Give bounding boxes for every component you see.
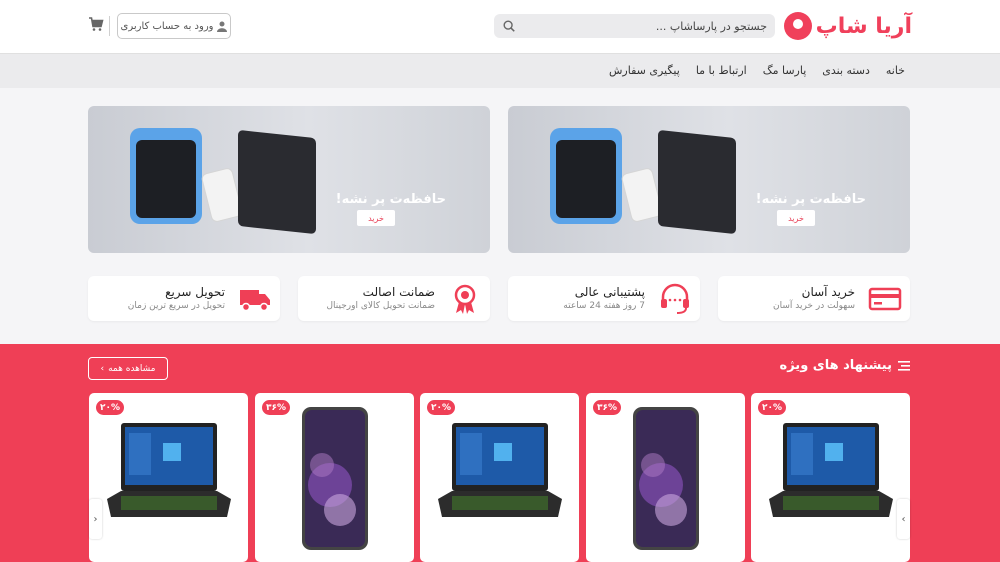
phone-image xyxy=(302,407,368,550)
carousel-next-button[interactable]: › xyxy=(897,499,910,539)
header-divider xyxy=(109,16,110,36)
feature-subtitle: سهولت در خرید آسان xyxy=(772,301,855,311)
hdd-grid-image xyxy=(556,140,616,218)
product-card[interactable]: ۳۶% xyxy=(586,393,745,562)
discount-badge: ۲۰% xyxy=(758,400,786,415)
feature-title: پشتیبانی عالی xyxy=(574,285,645,299)
nav-item-contact[interactable]: ارتباط با ما xyxy=(696,64,747,77)
feature-support: پشتیبانی عالی 7 روز هفته 24 ساعته xyxy=(508,276,700,321)
truck-icon xyxy=(240,290,270,312)
carousel-prev-button[interactable]: ‹ xyxy=(89,499,102,539)
product-card[interactable]: ۲۰% xyxy=(89,393,248,562)
search-box xyxy=(494,14,775,38)
card-icon xyxy=(868,287,902,311)
promo-banner-left[interactable]: حافظه‌ت پر نشه! خرید xyxy=(88,106,490,253)
hdd-grid-image xyxy=(136,140,196,218)
banner-title: حافظه‌ت پر نشه! xyxy=(755,192,866,207)
product-card[interactable]: ۲۰% xyxy=(751,393,910,562)
discount-badge: ۲۰% xyxy=(96,400,124,415)
feature-subtitle: ضمانت تحویل کالای اورجینال xyxy=(326,301,435,311)
list-icon xyxy=(898,360,910,371)
banner-buy-button[interactable]: خرید xyxy=(357,210,395,226)
offers-heading: پیشنهاد های ویژه xyxy=(780,358,910,373)
special-offers-section: پیشنهاد های ویژه مشاهده همه › ۲۰% ۳۶% ۲۰… xyxy=(0,344,1000,562)
feature-title: خرید آسان xyxy=(801,285,855,299)
login-button[interactable]: ورود به حساب کاربری xyxy=(117,13,231,39)
phone-image xyxy=(633,407,699,550)
external-drive-image xyxy=(238,129,316,235)
user-icon xyxy=(217,21,228,32)
logo[interactable]: آریا شاپ xyxy=(783,10,912,42)
nav-item-order-tracking[interactable]: پیگیری سفارش xyxy=(609,64,680,77)
logo-text: آریا شاپ xyxy=(815,13,912,39)
main-nav: خانه دسته بندی پارسا مگ ارتباط با ما پیگ… xyxy=(0,53,1000,88)
search-icon[interactable] xyxy=(502,19,516,33)
feature-subtitle: 7 روز هفته 24 ساعته xyxy=(563,301,645,311)
laptop-image xyxy=(769,423,893,517)
product-card[interactable]: ۲۰% xyxy=(420,393,579,562)
discount-badge: ۲۰% xyxy=(427,400,455,415)
feature-subtitle: تحویل در سریع ترین زمان xyxy=(127,301,225,311)
nav-item-mag[interactable]: پارسا مگ xyxy=(763,64,807,77)
nav-item-home[interactable]: خانه xyxy=(886,64,905,77)
headset-icon xyxy=(661,283,689,314)
see-all-button[interactable]: مشاهده همه › xyxy=(88,357,168,380)
logo-mark-icon xyxy=(783,12,812,40)
feature-title: ضمانت اصالت xyxy=(362,285,435,299)
cart-icon[interactable] xyxy=(88,16,104,32)
banner-title: حافظه‌ت پر نشه! xyxy=(335,192,446,207)
discount-badge: ۳۶% xyxy=(593,400,621,415)
product-card[interactable]: ۳۶% xyxy=(255,393,414,562)
award-icon xyxy=(454,284,476,314)
chevron-left-icon: › xyxy=(100,363,105,374)
site-header: آریا شاپ ورود به حساب کاربری xyxy=(0,0,1000,53)
offers-title: پیشنهاد های ویژه xyxy=(779,358,892,373)
discount-badge: ۳۶% xyxy=(262,400,290,415)
banner-buy-button[interactable]: خرید xyxy=(777,210,815,226)
laptop-image xyxy=(438,423,562,517)
feature-title: تحویل سریع xyxy=(165,285,225,299)
promo-banner-right[interactable]: حافظه‌ت پر نشه! خرید xyxy=(508,106,910,253)
see-all-label: مشاهده همه xyxy=(108,363,156,374)
search-input[interactable] xyxy=(516,19,767,33)
feature-fast-delivery: تحویل سریع تحویل در سریع ترین زمان xyxy=(88,276,280,321)
laptop-image xyxy=(107,423,231,517)
external-drive-image xyxy=(658,129,736,235)
login-label: ورود به حساب کاربری xyxy=(120,20,214,32)
feature-authenticity: ضمانت اصالت ضمانت تحویل کالای اورجینال xyxy=(298,276,490,321)
nav-item-categories[interactable]: دسته بندی xyxy=(822,64,870,77)
feature-easy-buy: خرید آسان سهولت در خرید آسان xyxy=(718,276,910,321)
